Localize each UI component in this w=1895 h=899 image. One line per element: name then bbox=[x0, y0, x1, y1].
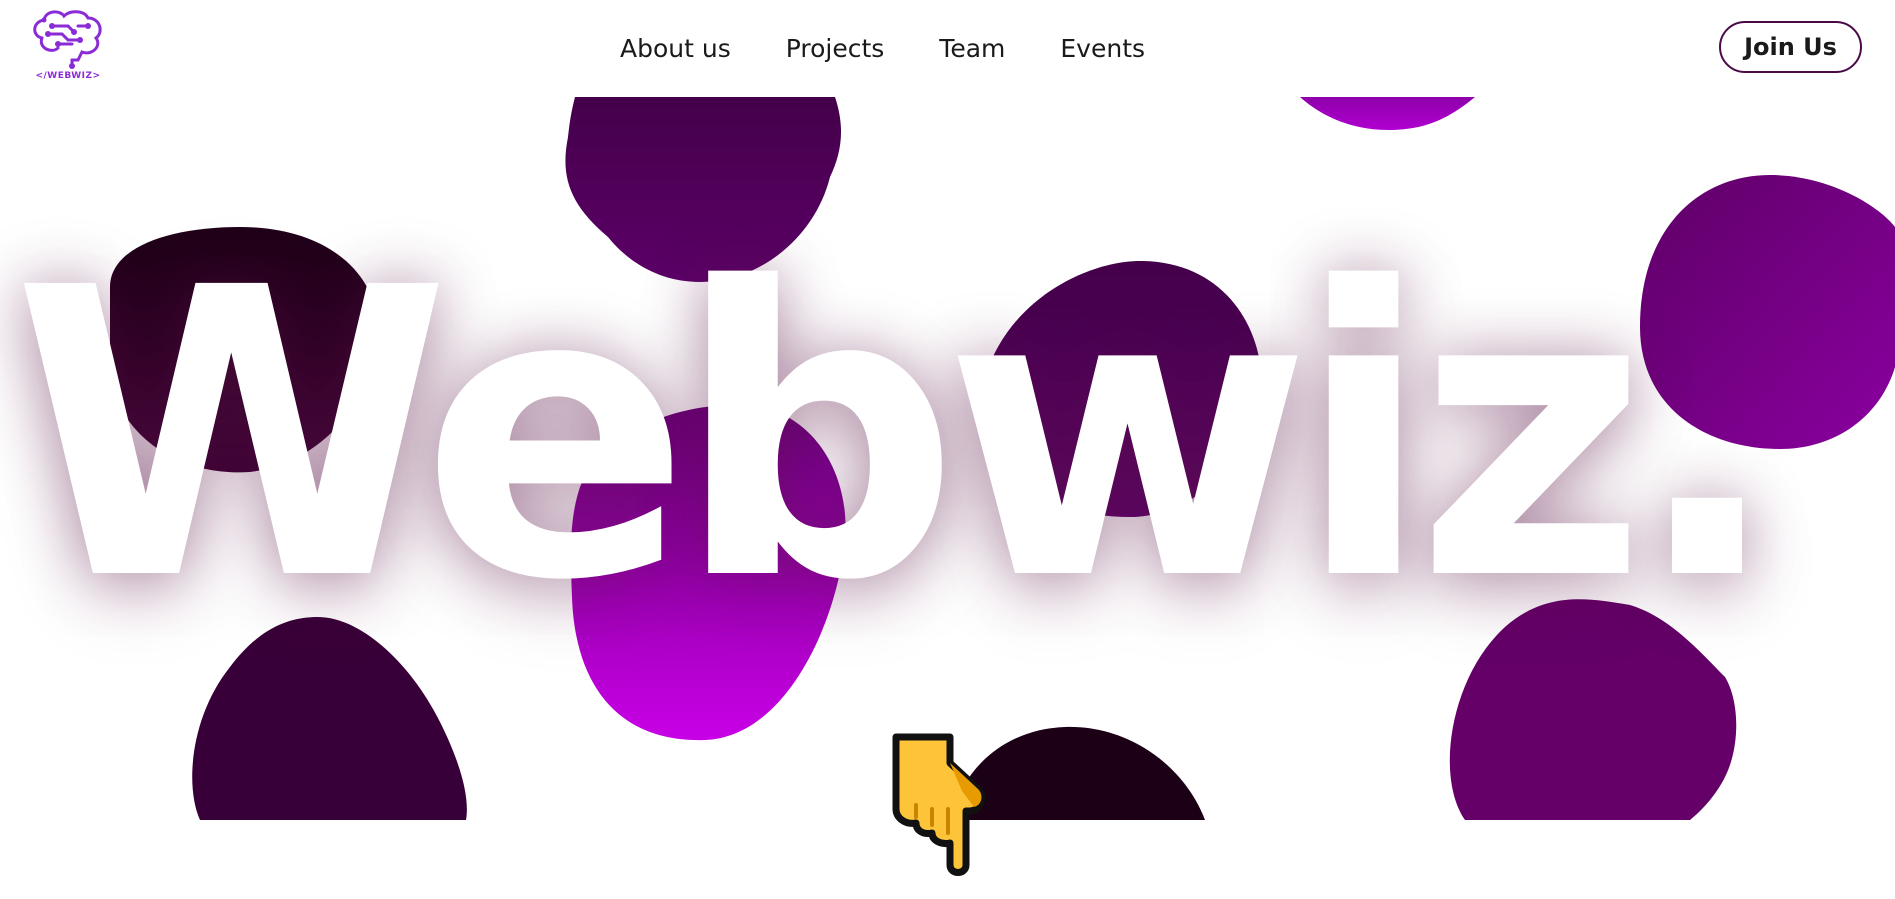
main-nav: About us Projects Team Events bbox=[620, 30, 1145, 66]
hero-section: Webwiz. bbox=[0, 97, 1895, 899]
brain-circuit-icon bbox=[33, 10, 102, 69]
join-us-button[interactable]: Join Us bbox=[1719, 21, 1862, 73]
nav-projects[interactable]: Projects bbox=[786, 34, 885, 63]
blob bbox=[1300, 97, 1475, 130]
logo-text: </WEBWIZ> bbox=[35, 71, 101, 81]
webwiz-logo[interactable]: </WEBWIZ> bbox=[28, 8, 108, 84]
nav-events[interactable]: Events bbox=[1060, 34, 1145, 63]
nav-team[interactable]: Team bbox=[939, 34, 1005, 63]
site-header: </WEBWIZ> About us Projects Team Events … bbox=[0, 0, 1895, 97]
hero-title: Webwiz. bbox=[12, 204, 1783, 667]
hand-pointing-down-icon[interactable] bbox=[888, 733, 994, 879]
nav-about-us[interactable]: About us bbox=[620, 34, 731, 63]
